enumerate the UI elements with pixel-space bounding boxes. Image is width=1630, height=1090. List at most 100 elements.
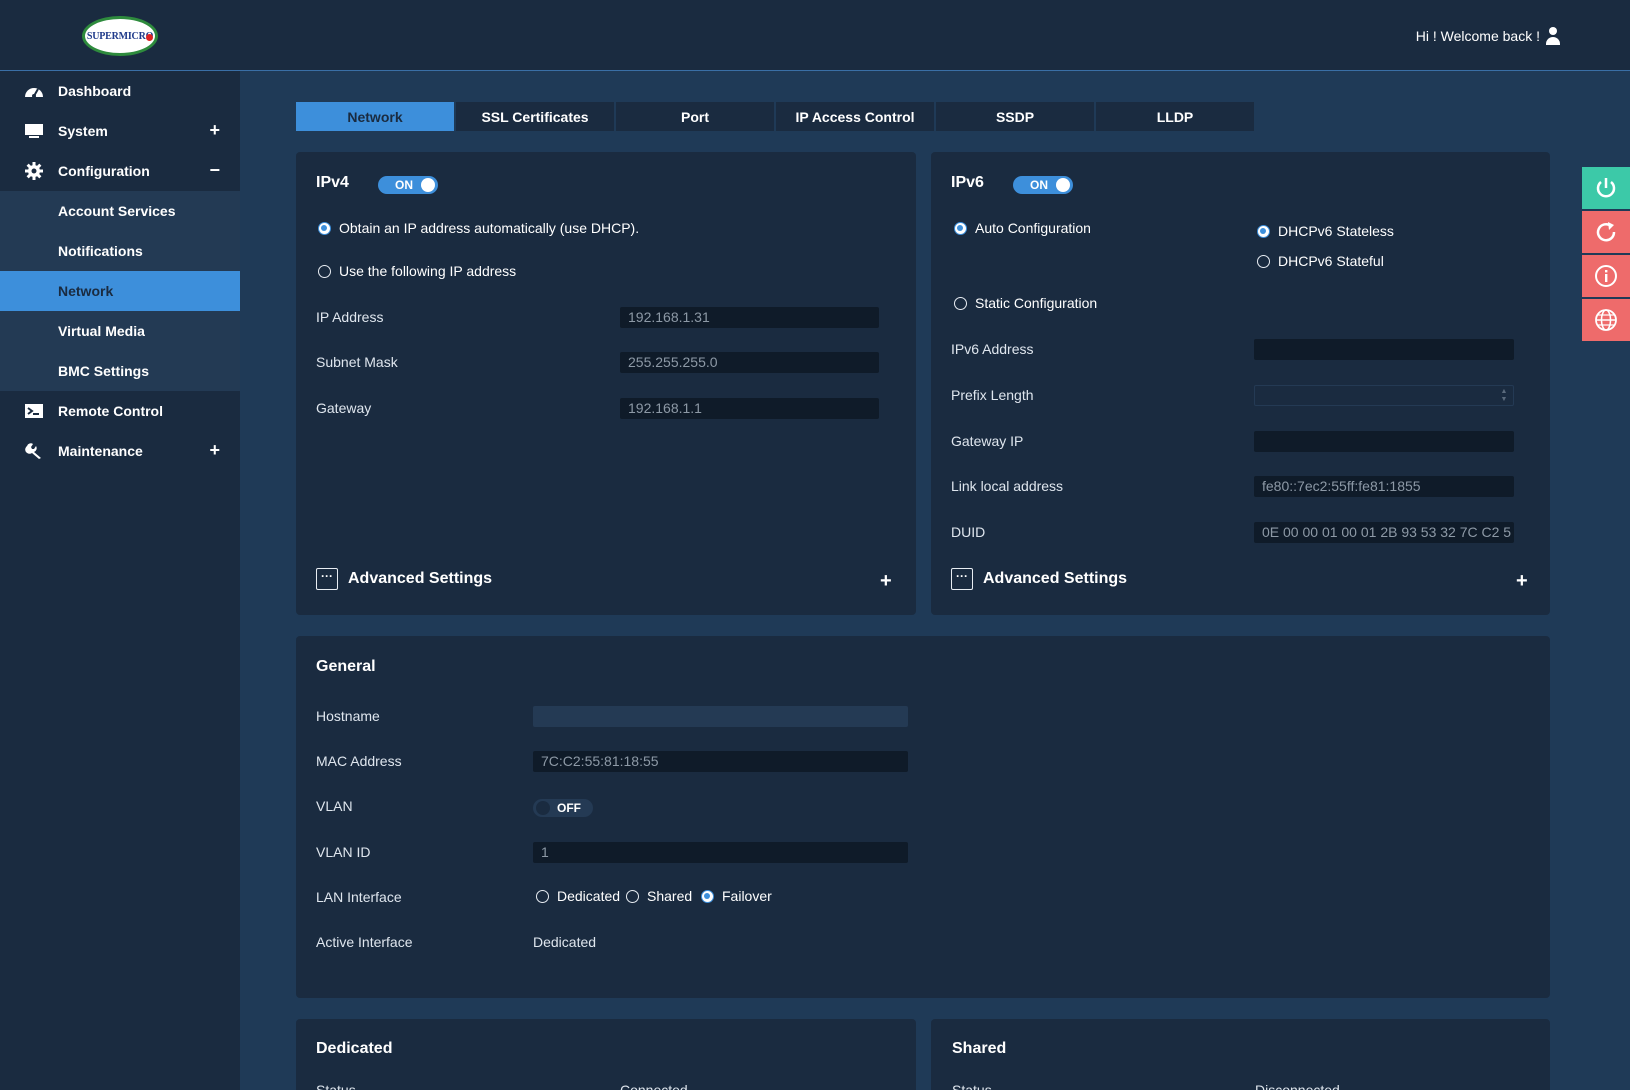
expand-icon[interactable]: + xyxy=(209,440,220,461)
radio-button[interactable] xyxy=(536,889,549,903)
sidebar-item-label: Configuration xyxy=(58,163,150,179)
ipv6-card: IPv6 ON Auto Configuration DHCPv6 Statel… xyxy=(931,152,1550,615)
duid-field[interactable]: 0E 00 00 01 00 01 2B 93 53 32 7C C2 5 xyxy=(1254,522,1514,543)
mac-address-label: MAC Address xyxy=(316,753,402,769)
general-title: General xyxy=(316,658,376,675)
link-local-field[interactable]: fe80::7ec2:55ff:fe81:1855 xyxy=(1254,476,1514,497)
sidebar-item-remote-control[interactable]: Remote Control xyxy=(0,391,240,431)
tab-ip-access-control[interactable]: IP Access Control xyxy=(776,102,934,131)
radio-label: Static Configuration xyxy=(975,295,1098,311)
prefix-length-label: Prefix Length xyxy=(951,387,1034,403)
radio-button[interactable] xyxy=(318,264,331,278)
power-button[interactable] xyxy=(1582,167,1630,209)
tab-ssdp[interactable]: SSDP xyxy=(936,102,1094,131)
power-icon xyxy=(1596,178,1616,198)
ipv6-static-radio[interactable]: Static Configuration xyxy=(954,295,1097,311)
subnet-mask-field[interactable]: 255.255.255.0 xyxy=(620,352,879,373)
radio-button[interactable] xyxy=(954,221,967,235)
ipv6-advanced-settings[interactable]: ··· Advanced Settings xyxy=(951,568,1127,590)
expand-icon[interactable]: + xyxy=(1516,570,1528,593)
shared-status-value: Disconnected xyxy=(1255,1082,1340,1090)
mac-address-field[interactable]: 7C:C2:55:81:18:55 xyxy=(533,751,908,772)
lan-shared-radio[interactable]: Shared xyxy=(626,888,692,904)
link-local-label: Link local address xyxy=(951,478,1064,494)
ipv4-toggle[interactable]: ON xyxy=(378,176,438,194)
radio-button[interactable] xyxy=(701,889,714,903)
refresh-button[interactable] xyxy=(1582,211,1630,253)
sidebar-item-dashboard[interactable]: Dashboard xyxy=(0,71,240,111)
ipv4-card: IPv4 ON Obtain an IP address automatical… xyxy=(296,152,916,615)
radio-button[interactable] xyxy=(318,221,331,235)
ipv6-title: IPv6 xyxy=(951,174,984,191)
user-icon[interactable] xyxy=(1546,27,1560,45)
ipv4-dhcp-radio[interactable]: Obtain an IP address automatically (use … xyxy=(318,220,639,236)
ipv4-advanced-settings[interactable]: ··· Advanced Settings xyxy=(316,568,492,590)
terminal-icon xyxy=(24,401,44,421)
tab-lldp[interactable]: LLDP xyxy=(1096,102,1254,131)
sidebar-item-maintenance[interactable]: Maintenance + xyxy=(0,431,240,471)
hostname-field[interactable] xyxy=(533,706,908,727)
dedicated-status-value: Connected xyxy=(620,1082,688,1090)
vlan-toggle[interactable]: OFF xyxy=(533,799,593,817)
radio-label: DHCPv6 Stateful xyxy=(1278,253,1384,269)
toggle-label: OFF xyxy=(557,801,581,815)
sidebar-subitem-bmc-settings[interactable]: BMC Settings xyxy=(0,351,240,391)
ipv4-static-radio[interactable]: Use the following IP address xyxy=(318,263,516,279)
radio-button[interactable] xyxy=(1257,224,1270,238)
sidebar-subitem-notifications[interactable]: Notifications xyxy=(0,231,240,271)
gateway-ip-label: Gateway IP xyxy=(951,433,1024,449)
dashboard-icon xyxy=(24,81,44,101)
dhcpv6-stateless-radio[interactable]: DHCPv6 Stateless xyxy=(1257,223,1394,239)
radio-button[interactable] xyxy=(954,296,967,310)
tab-ssl-certificates[interactable]: SSL Certificates xyxy=(456,102,614,131)
gear-icon xyxy=(24,161,44,181)
toggle-knob xyxy=(1056,178,1070,192)
advanced-settings-label: Advanced Settings xyxy=(348,570,493,587)
ellipsis-icon: ··· xyxy=(951,568,973,590)
active-interface-label: Active Interface xyxy=(316,934,413,950)
wrench-icon xyxy=(24,441,44,461)
ip-address-label: IP Address xyxy=(316,309,384,325)
sidebar-subitem-network[interactable]: Network xyxy=(0,271,240,311)
sidebar-item-label: System xyxy=(58,123,108,139)
tab-port[interactable]: Port xyxy=(616,102,774,131)
radio-button[interactable] xyxy=(626,889,639,903)
prefix-length-stepper[interactable]: ▲ ▼ xyxy=(1254,385,1514,406)
vlan-id-field[interactable]: 1 xyxy=(533,842,908,863)
sidebar-item-system[interactable]: System + xyxy=(0,111,240,151)
info-button[interactable] xyxy=(1582,255,1630,297)
vlan-label: VLAN xyxy=(316,798,353,814)
radio-label: DHCPv6 Stateless xyxy=(1278,223,1394,239)
globe-button[interactable] xyxy=(1582,299,1630,341)
radio-label: Shared xyxy=(647,888,693,904)
sidebar-item-configuration[interactable]: Configuration − xyxy=(0,151,240,191)
gateway-label: Gateway xyxy=(316,400,372,416)
ip-address-field[interactable]: 192.168.1.31 xyxy=(620,307,879,328)
ellipsis-icon: ··· xyxy=(316,568,338,590)
supermicro-logo[interactable]: SUPERMICRO xyxy=(82,16,158,56)
dhcpv6-stateful-radio[interactable]: DHCPv6 Stateful xyxy=(1257,253,1384,269)
ipv6-auto-radio[interactable]: Auto Configuration xyxy=(954,220,1091,236)
shared-title: Shared xyxy=(952,1040,1007,1057)
expand-icon[interactable]: + xyxy=(209,120,220,141)
refresh-icon xyxy=(1596,222,1616,242)
ipv6-address-field[interactable] xyxy=(1254,339,1514,360)
gateway-ip-field[interactable] xyxy=(1254,431,1514,452)
gateway-field[interactable]: 192.168.1.1 xyxy=(620,398,879,419)
sidebar-subitem-account-services[interactable]: Account Services xyxy=(0,191,240,231)
welcome-area[interactable]: Hi ! Welcome back ! xyxy=(1416,27,1560,45)
stepper-arrows-icon[interactable]: ▲ ▼ xyxy=(1499,388,1509,405)
sidebar-subitem-virtual-media[interactable]: Virtual Media xyxy=(0,311,240,351)
lan-failover-radio[interactable]: Failover xyxy=(701,888,772,904)
radio-label: Obtain an IP address automatically (use … xyxy=(339,220,640,236)
ipv6-toggle[interactable]: ON xyxy=(1013,176,1073,194)
ipv4-title: IPv4 xyxy=(316,174,349,191)
expand-icon[interactable]: + xyxy=(880,570,892,593)
general-card: General Hostname MAC Address 7C:C2:55:81… xyxy=(296,636,1550,998)
radio-button[interactable] xyxy=(1257,254,1270,268)
collapse-icon[interactable]: − xyxy=(209,160,220,181)
shared-card: Shared Status Disconnected xyxy=(931,1019,1550,1090)
shared-status-label: Status xyxy=(952,1082,992,1090)
tab-network[interactable]: Network xyxy=(296,102,454,131)
lan-dedicated-radio[interactable]: Dedicated xyxy=(536,888,620,904)
